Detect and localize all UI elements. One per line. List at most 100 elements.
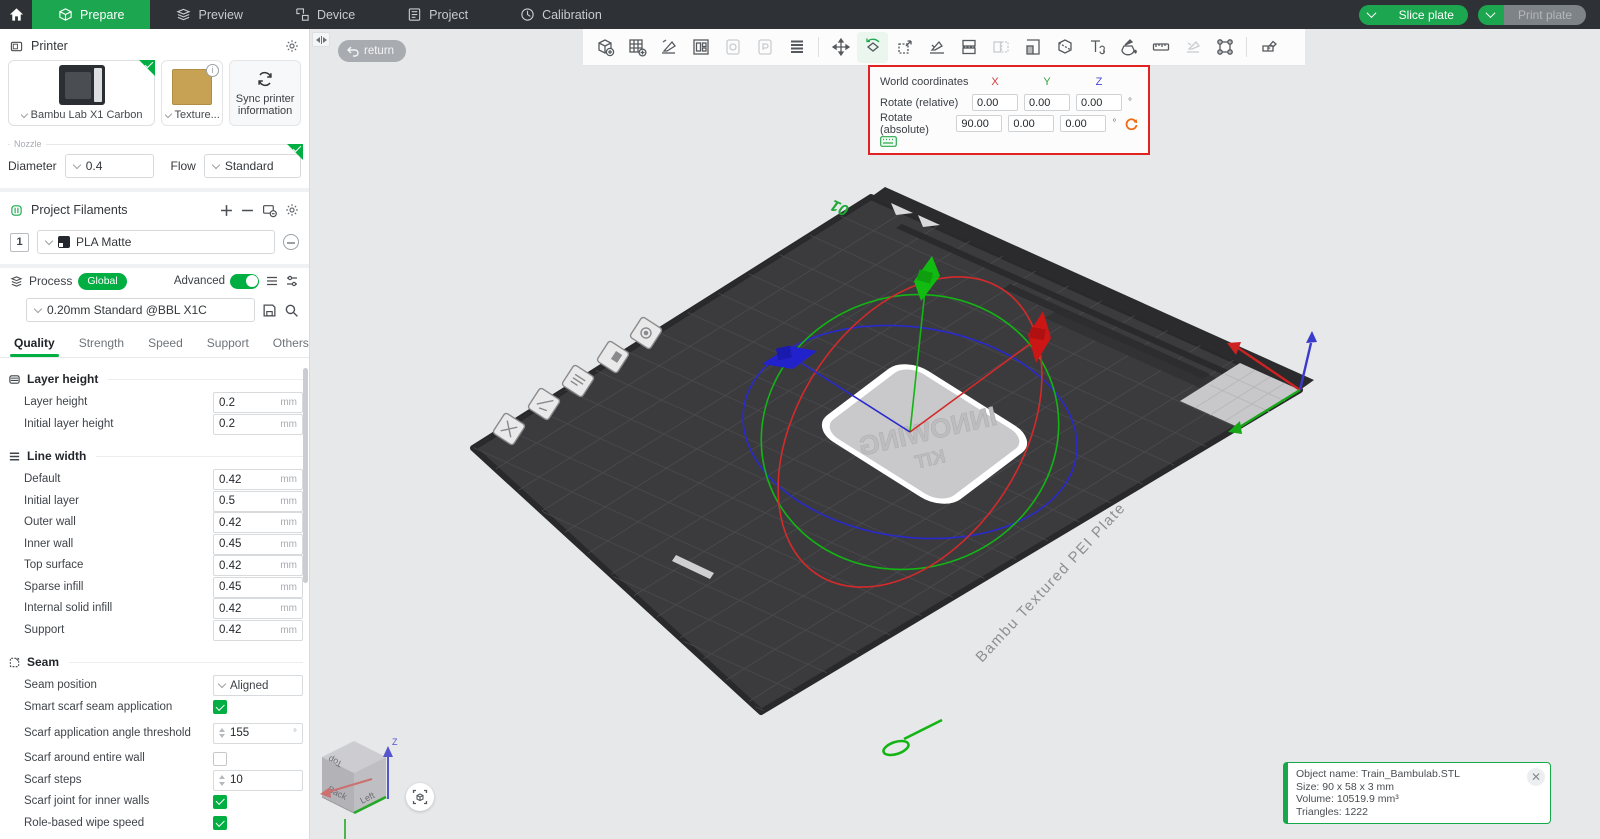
initial-layer-height-input[interactable] [219,418,276,430]
prepare-icon [58,7,73,22]
line-width-top-surface-input[interactable] [219,560,276,572]
process-preset-select[interactable]: 0.20mm Standard @BBL X1C [26,298,255,322]
slice-dropdown[interactable] [1359,5,1385,25]
spinner-arrows-icon[interactable] [219,728,225,739]
process-scope-toggle[interactable]: Global Objects [78,273,167,290]
unit-label: mm [276,582,297,593]
printer-image [59,65,105,105]
chevron-down-icon [165,109,172,117]
spinner-arrows-icon[interactable] [219,775,225,786]
filament-select[interactable]: PLA Matte [37,230,275,254]
print-dropdown[interactable] [1478,5,1504,25]
unit-label: mm [276,625,297,636]
rotate-relative-z-input[interactable] [1076,94,1122,111]
param-label: Smart scarf seam application [24,701,213,714]
add-filament-button[interactable] [220,204,233,217]
smart-scarf-checkbox[interactable] [213,700,227,714]
check-corner-icon [139,60,155,76]
printer-icon [10,40,23,53]
filament-remove-icon[interactable] [283,234,299,250]
line-width-inner-wall-input[interactable] [219,538,276,550]
scope-global[interactable]: Global [78,273,126,290]
tab-support[interactable]: Support [195,330,261,357]
advanced-toggle[interactable] [230,274,259,289]
rotate-relative-y-input[interactable] [1024,94,1070,111]
scarf-entire-wall-checkbox[interactable] [213,752,227,766]
unit-label: mm [276,474,297,485]
gear-icon [285,39,299,53]
close-icon[interactable]: ✕ [1527,768,1545,786]
sync-icon [256,70,274,88]
layer-height-input[interactable] [219,397,276,409]
scope-objects[interactable]: Objects [121,273,168,290]
cube-z-label: Z [392,737,398,747]
slice-label[interactable]: Slice plate [1385,5,1468,25]
param-label: Initial layer [24,495,213,508]
line-width-sparse-infill-input[interactable] [219,581,276,593]
check-corner-icon [287,144,303,160]
line-width-title: Line width [27,449,86,463]
slice-plate-button[interactable]: Slice plate [1359,5,1468,25]
search-preset-button[interactable] [284,303,299,318]
viewport-3d[interactable]: Bambu Textured PEI Plate 01 INNOWING KIT [310,29,1600,839]
rotate-absolute-z-input[interactable] [1060,115,1106,132]
info-icon[interactable]: i [206,64,219,77]
param-label: Support [24,624,213,637]
flip-plate-arrow-icon[interactable] [882,720,942,758]
tab-label: Project [429,8,468,22]
topbar-actions: Slice plate Print plate [1359,0,1600,29]
plate-type-card[interactable]: i Texture... [161,60,223,126]
navigation-cube[interactable]: Top Back Left Z [320,737,398,839]
tab-others[interactable]: Others [261,330,310,357]
filament-sync-ams-button[interactable] [262,203,277,218]
fit-view-button[interactable] [406,783,434,811]
home-button[interactable] [0,0,32,29]
parameter-filter-button[interactable] [285,274,299,288]
sync-printer-button[interactable]: Sync printer information [229,60,301,126]
sidebar-scrollbar[interactable] [303,368,308,583]
line-width-outer-wall-input[interactable] [219,517,276,529]
scarf-steps-input[interactable] [230,774,297,786]
nozzle-diameter-select[interactable]: 0.4 [65,154,155,178]
param-label: Outer wall [24,516,213,529]
tab-quality[interactable]: Quality [2,330,67,357]
scarf-angle-spinner[interactable]: ° [213,723,303,744]
role-based-wipe-checkbox[interactable] [213,816,227,830]
remove-filament-button[interactable] [241,204,254,217]
keyboard-icon[interactable] [880,136,1138,147]
rotate-relative-label: Rotate (relative) [880,97,972,109]
parameter-list-button[interactable] [265,274,279,288]
seam-position-value: Aligned [230,680,268,692]
scarf-angle-input[interactable] [230,727,289,739]
param-label: Seam position [24,679,213,692]
printer-settings-button[interactable] [285,39,299,53]
parameters-panel: Layer height Layer height mm Initial lay… [0,358,309,839]
calibration-icon [520,7,535,22]
tab-calibration[interactable]: Calibration [494,0,628,29]
tab-project[interactable]: Project [381,0,494,29]
line-width-solid-infill-input[interactable] [219,603,276,615]
print-plate-button[interactable]: Print plate [1478,5,1586,25]
printer-model-card[interactable]: Bambu Lab X1 Carbon [8,60,155,126]
world-title: World coordinates [880,76,972,88]
save-preset-button[interactable] [262,303,277,318]
rotate-absolute-x-input[interactable] [956,115,1002,132]
tab-speed[interactable]: Speed [136,330,195,357]
line-width-support-input[interactable] [219,624,276,636]
scarf-inner-walls-checkbox[interactable] [213,795,227,809]
tab-device[interactable]: Device [269,0,381,29]
reset-rotation-icon[interactable] [1125,117,1138,130]
filament-settings-button[interactable] [285,203,299,217]
tab-label: Calibration [542,8,602,22]
tab-prepare[interactable]: Prepare [32,0,150,29]
scarf-steps-spinner[interactable] [213,770,303,791]
line-width-default-input[interactable] [219,474,276,486]
seam-position-select[interactable]: Aligned [213,675,303,696]
tab-strength[interactable]: Strength [67,330,136,357]
line-width-initial-input[interactable] [219,495,276,507]
tab-preview[interactable]: Preview [150,0,268,29]
object-triangles: Triangles: 1222 [1296,806,1524,819]
rotate-relative-x-input[interactable] [972,94,1018,111]
rotate-absolute-y-input[interactable] [1008,115,1054,132]
seam-icon [8,656,21,669]
